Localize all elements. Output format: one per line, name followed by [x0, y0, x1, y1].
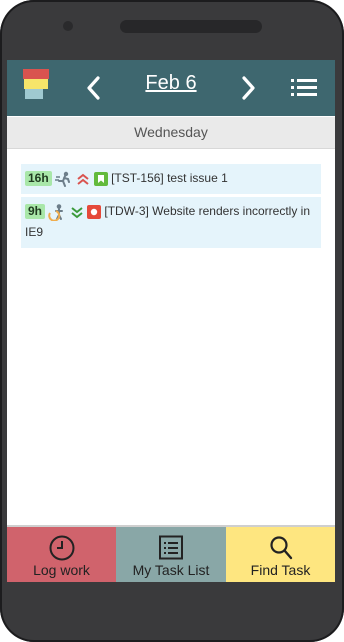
list-icon [157, 535, 185, 561]
bug-icon [87, 204, 102, 219]
find-task-label: Find Task [250, 562, 311, 578]
task-row[interactable]: 16h [TST-156] test issue 1 [21, 164, 321, 194]
hours-badge: 9h [25, 204, 46, 220]
next-day-button[interactable] [235, 73, 261, 103]
current-date-link[interactable]: Feb 6 [127, 72, 215, 95]
task-list-label: My Task List [132, 562, 210, 578]
chevrons-up-icon [76, 172, 90, 186]
previous-day-button[interactable] [81, 73, 107, 103]
log-work-label: Log work [33, 562, 90, 578]
camera-icon [63, 21, 73, 31]
hours-badge: 16h [25, 171, 52, 187]
chevrons-down-icon [70, 205, 84, 219]
task-title: [TDW-3] Website renders incorrectly in I… [25, 204, 311, 239]
bottom-navigation: Log work My Task List Find Task [7, 525, 335, 582]
app-screen: Feb 6 Wednesday 16h [TST-156] test issue… [7, 60, 335, 582]
person-in-progress-icon [48, 203, 66, 221]
task-row[interactable]: 9h [TDW-3] Website renders incorrectly i… [21, 197, 321, 248]
speaker-grille [120, 20, 262, 33]
task-list: 16h [TST-156] test issue 1 9h [TDW-3] We… [21, 164, 321, 251]
running-person-icon [55, 171, 73, 187]
menu-list-icon[interactable] [291, 76, 317, 98]
search-icon [267, 535, 295, 561]
phone-frame: Feb 6 Wednesday 16h [TST-156] test issue… [0, 0, 344, 642]
clock-icon [48, 535, 76, 561]
find-task-tab[interactable]: Find Task [226, 527, 335, 582]
task-list-tab[interactable]: My Task List [116, 527, 226, 582]
app-logo [23, 69, 49, 101]
task-title: [TST-156] test issue 1 [111, 171, 228, 185]
app-header: Feb 6 [7, 60, 335, 116]
bookmark-icon [93, 171, 108, 186]
day-of-week-label: Wednesday [7, 117, 335, 149]
log-work-tab[interactable]: Log work [7, 527, 116, 582]
